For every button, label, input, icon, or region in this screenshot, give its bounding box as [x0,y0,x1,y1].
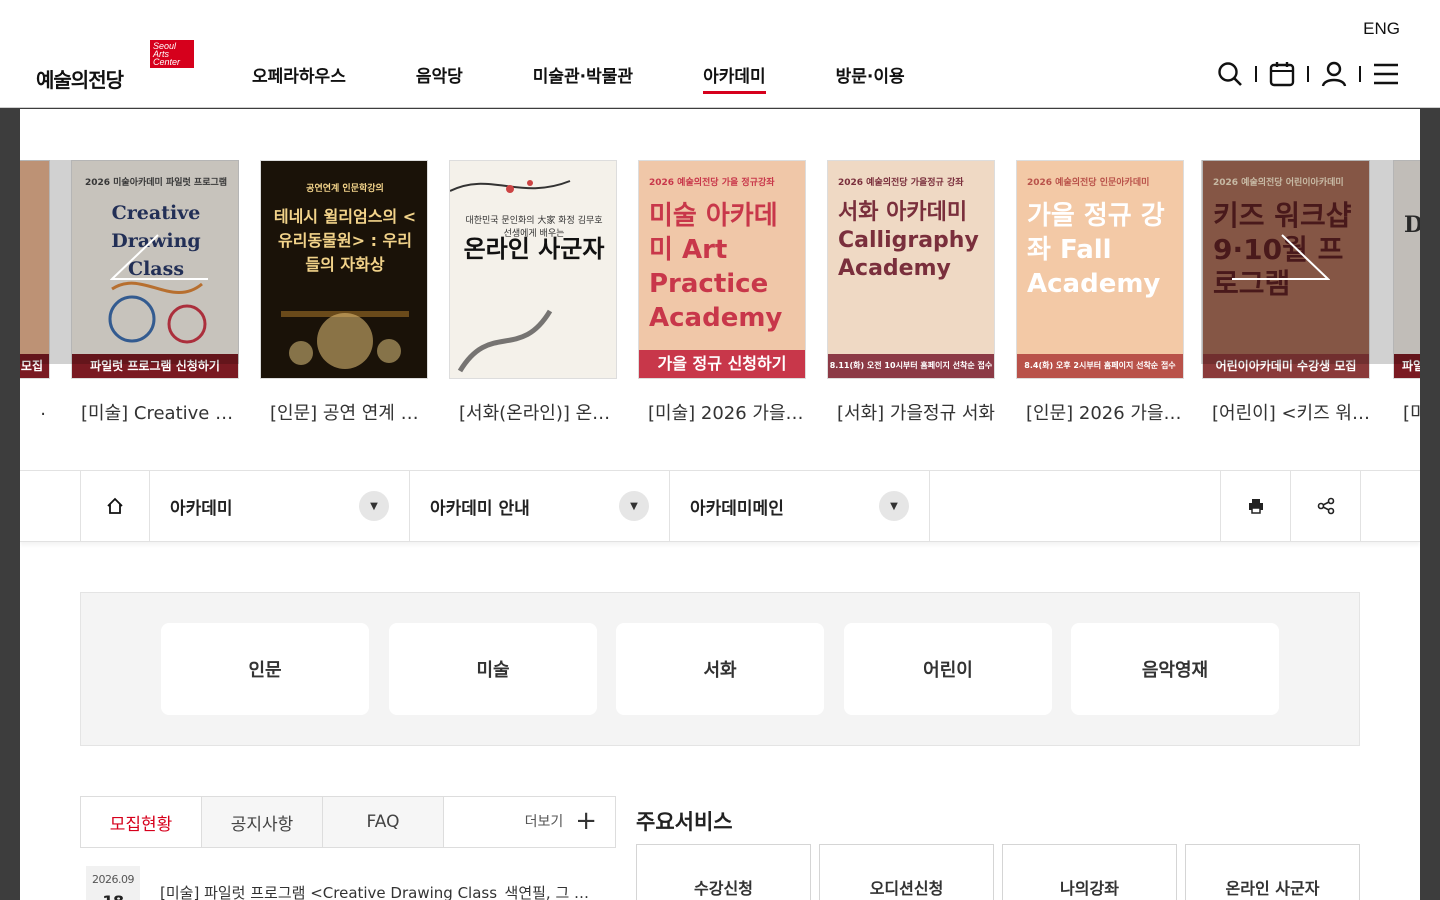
dropdown-label: 아카데미 [170,498,233,519]
news-title[interactable]: [미술] 파일럿 프로그램 <Creative Drawing Class_색연… [160,882,600,900]
nav-academy[interactable]: 아카데미 [703,62,766,94]
home-button[interactable] [80,471,150,541]
slide-caption: [서화(온라인)] 온라인 사군자 [459,403,617,424]
search-icon[interactable] [1216,60,1244,88]
location-dropdown-2[interactable]: 아카데미 안내 ▼ [410,471,670,541]
chevron-down-icon[interactable]: ▼ [359,491,389,521]
page-content: 모집 . 2026 미술아카데미 파일럿 프로그램 Creative Drawi… [20,109,1420,900]
poster-subtitle: 공연연계 인문학강의 [306,184,384,194]
category-music-gifted[interactable]: 음악영재 [1071,623,1279,715]
more-label: 더보기 [524,814,564,830]
logo[interactable]: 예술의전당 Seoul Arts Center [36,40,196,92]
location-dropdown-3[interactable]: 아카데미메인 ▼ [670,471,930,541]
news-date-day: 18 [86,892,140,900]
prev-arrow-icon[interactable] [110,231,210,291]
poster-subtitle: 2026 예술의전당 가을정규 강좌 [838,178,964,188]
poster-title: 미술 아카데미 Art Practice Academy [649,201,783,333]
nav-visit[interactable]: 방문·이용 [836,62,905,91]
slide-poster: 2026 예술의전당 인문아카데미 가을 정규 강좌 Fall Academy … [1016,160,1184,379]
program-slider: 모집 . 2026 미술아카데미 파일럿 프로그램 Creative Drawi… [20,109,1420,471]
slide-poster: 대한민국 문인화의 大家 화정 김무호 선생에게 배우는 온라인 사군자 [449,160,617,379]
next-arrow-icon[interactable] [1230,231,1330,291]
slide-caption: [인문] 공연 연계 인문학 [270,403,428,424]
menu-icon[interactable] [1372,60,1400,88]
dropdown-label: 아카데미메인 [690,498,784,519]
service-audition[interactable]: 오디션신청 [819,844,994,900]
print-icon [1248,499,1263,514]
poster-subtitle: 2026 예술의전당 가을 정규강좌 [649,178,775,188]
poster-title: 테네시 윌리엄스의 <유리동물원> : 우리들의 자화상 [273,207,417,274]
divider [1255,66,1257,82]
poster-title: 서화 아카데미 Calligraphy Academy [838,200,979,281]
nav-concert-hall[interactable]: 음악당 [416,62,463,91]
news-date-ym: 2026.09 [92,873,135,886]
slide-caption: [서화] 가을정규 서화 [837,403,995,424]
poster-illustration-icon [281,311,409,369]
slide-banner: 8.4(화) 오후 2시부터 홈페이지 선착순 접수 [1017,354,1183,378]
slide-2[interactable]: 공연연계 인문학강의 테네시 윌리엄스의 <유리동물원> : 우리들의 자화상 … [260,160,428,425]
slide-caption: [미술] Creative Drawing [81,403,239,424]
slide-3[interactable]: 대한민국 문인화의 大家 화정 김무호 선생에게 배우는 온라인 사군자 [서화… [449,160,617,425]
share-icon [1317,497,1334,515]
plus-icon: + [575,806,597,836]
share-button[interactable] [1290,471,1360,541]
service-my-courses[interactable]: 나의강좌 [1002,844,1177,900]
slide-banner: 8.11(화) 오전 10시부터 홈페이지 선착순 접수 [828,354,994,378]
ink-painting-icon [450,180,571,373]
service-online-sagunja[interactable]: 온라인 사군자 [1185,844,1360,900]
print-button[interactable] [1220,471,1290,541]
more-button[interactable]: 더보기 + [524,806,597,836]
poster-subtitle: 2026 예술의전당 인문아카데미 [1027,178,1150,188]
tab-faq[interactable]: FAQ [323,797,444,847]
slide-poster: 2026 예술의전당 가을정규 강좌 서화 아카데미 Calligraphy A… [827,160,995,379]
slide-banner: 가을 정규 신청하기 [639,350,805,378]
logo-mark: Seoul Arts Center [150,40,194,68]
poster-title: 가을 정규 강좌 Fall Academy [1027,201,1165,299]
slide-4[interactable]: 2026 예술의전당 가을 정규강좌 미술 아카데미 Art Practice … [638,160,806,425]
tab-recruitment[interactable]: 모집현황 [81,797,202,847]
location-bar: 아카데미 ▼ 아카데미 안내 ▼ 아카데미메인 ▼ [20,470,1420,542]
slide-poster: 공연연계 인문학강의 테네시 윌리엄스의 <유리동물원> : 우리들의 자화상 [260,160,428,379]
nav-opera-house[interactable]: 오페라하우스 [252,62,346,91]
location-end-cell [1360,471,1420,541]
category-box: 인문 미술 서화 어린이 음악영재 [80,592,1360,746]
slide-poster: 2026 예술의전당 가을 정규강좌 미술 아카데미 Art Practice … [638,160,806,379]
slide-caption: [어린이] <키즈 워크샵> [1212,403,1370,424]
slide-caption: [인문] 2026 가을 정규 [1026,403,1184,424]
dropdown-label: 아카데미 안내 [430,498,530,519]
logo-text: 예술의전당 [36,68,124,92]
service-course-registration[interactable]: 수강신청 [636,844,811,900]
location-dropdown-1[interactable]: 아카데미 ▼ [150,471,410,541]
board-list: 2026.09 18 [미술] 파일럿 프로그램 <Creative Drawi… [80,848,616,900]
board-tabs: 모집현황 공지사항 FAQ 더보기 + [80,796,616,848]
slide-5[interactable]: 2026 예술의전당 가을정규 강좌 서화 아카데미 Calligraphy A… [827,160,995,425]
chevron-down-icon[interactable]: ▼ [619,491,649,521]
site-header: ENG 예술의전당 Seoul Arts Center 오페라하우스 음악당 미… [0,0,1440,108]
main-nav: 오페라하우스 음악당 미술관·박물관 아카데미 방문·이용 [252,62,975,94]
slide-caption: . [40,399,46,420]
services-title: 주요서비스 [636,810,733,834]
home-icon [107,497,123,514]
tab-notice[interactable]: 공지사항 [202,797,323,847]
category-art[interactable]: 미술 [389,623,597,715]
slide-caption: [미 [1403,403,1420,424]
calendar-icon[interactable] [1268,60,1296,88]
divider [1307,66,1309,82]
header-tools [1216,60,1400,88]
language-switch[interactable]: ENG [1363,19,1400,39]
category-humanities[interactable]: 인문 [161,623,369,715]
nav-art-museum[interactable]: 미술관·박물관 [533,62,633,91]
user-icon[interactable] [1320,60,1348,88]
chevron-down-icon[interactable]: ▼ [879,491,909,521]
news-date: 2026.09 18 [86,866,140,900]
divider [1359,66,1361,82]
slide-6[interactable]: 2026 예술의전당 인문아카데미 가을 정규 강좌 Fall Academy … [1016,160,1184,425]
slide-caption: [미술] 2026 가을 정규 [648,403,806,424]
category-calligraphy[interactable]: 서화 [616,623,824,715]
category-kids[interactable]: 어린이 [844,623,1052,715]
